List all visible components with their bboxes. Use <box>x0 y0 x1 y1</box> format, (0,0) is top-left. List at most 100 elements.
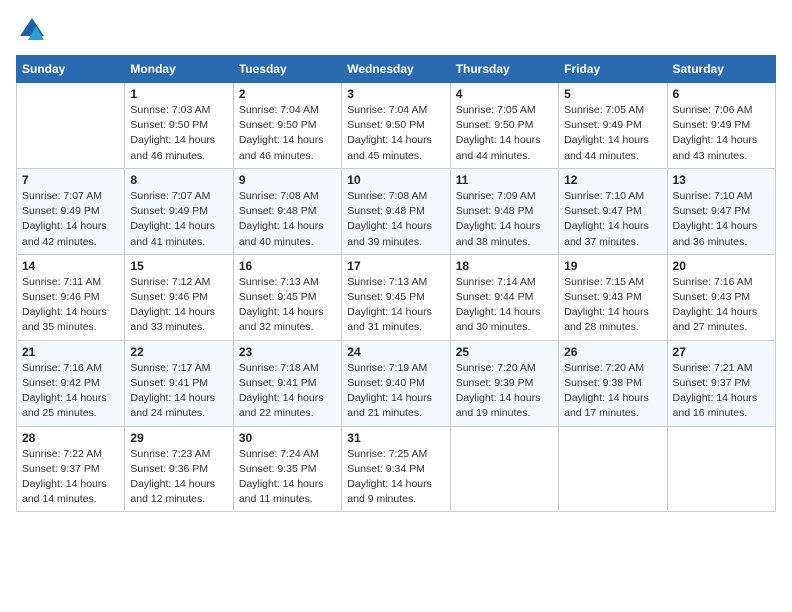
day-info: Sunrise: 7:09 AM Sunset: 9:48 PM Dayligh… <box>456 189 553 250</box>
day-number: 24 <box>347 345 444 359</box>
weekday-header-wednesday: Wednesday <box>342 56 450 83</box>
day-info: Sunrise: 7:25 AM Sunset: 9:34 PM Dayligh… <box>347 447 444 508</box>
day-number: 4 <box>456 87 553 101</box>
calendar-cell: 22 Sunrise: 7:17 AM Sunset: 9:41 PM Dayli… <box>125 340 233 426</box>
calendar-cell <box>450 426 558 512</box>
calendar-cell: 13Sunrise: 7:10 AM Sunset: 9:47 PM Dayli… <box>667 168 775 254</box>
calendar-cell: 30 Sunrise: 7:24 AM Sunset: 9:35 PM Dayli… <box>233 426 341 512</box>
calendar-cell: 16 Sunrise: 7:13 AM Sunset: 9:45 PM Dayli… <box>233 254 341 340</box>
day-number: 14 <box>22 259 119 273</box>
day-number: 12 <box>564 173 661 187</box>
weekday-header-thursday: Thursday <box>450 56 558 83</box>
day-number: 2 <box>239 87 336 101</box>
day-number: 18 <box>456 259 553 273</box>
day-info: Sunrise: 7:07 AM Sunset: 9:49 PM Dayligh… <box>130 189 227 250</box>
calendar-cell: 24 Sunrise: 7:19 AM Sunset: 9:40 PM Dayli… <box>342 340 450 426</box>
calendar-cell: 15 Sunrise: 7:12 AM Sunset: 9:46 PM Dayli… <box>125 254 233 340</box>
day-number: 15 <box>130 259 227 273</box>
logo <box>16 16 46 49</box>
day-number: 27 <box>673 345 770 359</box>
day-info: Sunrise: 7:19 AM Sunset: 9:40 PM Dayligh… <box>347 361 444 422</box>
day-number: 10 <box>347 173 444 187</box>
calendar-cell: 2Sunrise: 7:04 AM Sunset: 9:50 PM Daylig… <box>233 83 341 169</box>
calendar-cell: 31 Sunrise: 7:25 AM Sunset: 9:34 PM Dayli… <box>342 426 450 512</box>
calendar-cell: 18 Sunrise: 7:14 AM Sunset: 9:44 PM Dayli… <box>450 254 558 340</box>
day-info: Sunrise: 7:18 AM Sunset: 9:41 PM Dayligh… <box>239 361 336 422</box>
day-info: Sunrise: 7:20 AM Sunset: 9:38 PM Dayligh… <box>564 361 661 422</box>
calendar-week-row: 28 Sunrise: 7:22 AM Sunset: 9:37 PM Dayli… <box>17 426 776 512</box>
day-number: 20 <box>673 259 770 273</box>
day-info: Sunrise: 7:10 AM Sunset: 9:47 PM Dayligh… <box>564 189 661 250</box>
calendar-cell: 3 Sunrise: 7:04 AM Sunset: 9:50 PM Daylig… <box>342 83 450 169</box>
day-info: Sunrise: 7:05 AM Sunset: 9:49 PM Dayligh… <box>564 103 661 164</box>
day-info: Sunrise: 7:16 AM Sunset: 9:43 PM Dayligh… <box>673 275 770 336</box>
calendar-cell: 5 Sunrise: 7:05 AM Sunset: 9:49 PM Daylig… <box>559 83 667 169</box>
calendar-cell: 26 Sunrise: 7:20 AM Sunset: 9:38 PM Dayli… <box>559 340 667 426</box>
day-info: Sunrise: 7:20 AM Sunset: 9:39 PM Dayligh… <box>456 361 553 422</box>
day-number: 22 <box>130 345 227 359</box>
calendar-cell: 23 Sunrise: 7:18 AM Sunset: 9:41 PM Dayli… <box>233 340 341 426</box>
weekday-header-friday: Friday <box>559 56 667 83</box>
calendar-cell: 19Sunrise: 7:15 AM Sunset: 9:43 PM Dayli… <box>559 254 667 340</box>
calendar-cell: 21Sunrise: 7:16 AM Sunset: 9:42 PM Dayli… <box>17 340 125 426</box>
day-number: 5 <box>564 87 661 101</box>
calendar-cell: 14 Sunrise: 7:11 AM Sunset: 9:46 PM Dayli… <box>17 254 125 340</box>
weekday-header-tuesday: Tuesday <box>233 56 341 83</box>
day-info: Sunrise: 7:14 AM Sunset: 9:44 PM Dayligh… <box>456 275 553 336</box>
calendar-cell: 12 Sunrise: 7:10 AM Sunset: 9:47 PM Dayli… <box>559 168 667 254</box>
day-info: Sunrise: 7:16 AM Sunset: 9:42 PM Dayligh… <box>22 361 119 422</box>
weekday-header-saturday: Saturday <box>667 56 775 83</box>
day-info: Sunrise: 7:08 AM Sunset: 9:48 PM Dayligh… <box>347 189 444 250</box>
calendar-cell: 29Sunrise: 7:23 AM Sunset: 9:36 PM Dayli… <box>125 426 233 512</box>
day-info: Sunrise: 7:07 AM Sunset: 9:49 PM Dayligh… <box>22 189 119 250</box>
day-number: 19 <box>564 259 661 273</box>
day-number: 17 <box>347 259 444 273</box>
day-info: Sunrise: 7:03 AM Sunset: 9:50 PM Dayligh… <box>130 103 227 164</box>
day-number: 13 <box>673 173 770 187</box>
calendar-cell: 1 Sunrise: 7:03 AM Sunset: 9:50 PM Daylig… <box>125 83 233 169</box>
day-number: 23 <box>239 345 336 359</box>
calendar-cell <box>559 426 667 512</box>
day-number: 7 <box>22 173 119 187</box>
day-number: 26 <box>564 345 661 359</box>
logo-icon <box>18 16 46 44</box>
calendar-table: SundayMondayTuesdayWednesdayThursdayFrid… <box>16 55 776 512</box>
day-number: 1 <box>130 87 227 101</box>
day-info: Sunrise: 7:06 AM Sunset: 9:49 PM Dayligh… <box>673 103 770 164</box>
day-number: 30 <box>239 431 336 445</box>
calendar-week-row: 14 Sunrise: 7:11 AM Sunset: 9:46 PM Dayli… <box>17 254 776 340</box>
calendar-header-row: SundayMondayTuesdayWednesdayThursdayFrid… <box>17 56 776 83</box>
day-info: Sunrise: 7:22 AM Sunset: 9:37 PM Dayligh… <box>22 447 119 508</box>
day-info: Sunrise: 7:11 AM Sunset: 9:46 PM Dayligh… <box>22 275 119 336</box>
day-info: Sunrise: 7:12 AM Sunset: 9:46 PM Dayligh… <box>130 275 227 336</box>
weekday-header-sunday: Sunday <box>17 56 125 83</box>
day-number: 25 <box>456 345 553 359</box>
calendar-cell: 20 Sunrise: 7:16 AM Sunset: 9:43 PM Dayli… <box>667 254 775 340</box>
calendar-cell: 8 Sunrise: 7:07 AM Sunset: 9:49 PM Daylig… <box>125 168 233 254</box>
calendar-cell: 28 Sunrise: 7:22 AM Sunset: 9:37 PM Dayli… <box>17 426 125 512</box>
day-number: 31 <box>347 431 444 445</box>
calendar-week-row: 1 Sunrise: 7:03 AM Sunset: 9:50 PM Daylig… <box>17 83 776 169</box>
calendar-cell: 27Sunrise: 7:21 AM Sunset: 9:37 PM Dayli… <box>667 340 775 426</box>
day-info: Sunrise: 7:05 AM Sunset: 9:50 PM Dayligh… <box>456 103 553 164</box>
day-number: 8 <box>130 173 227 187</box>
day-number: 3 <box>347 87 444 101</box>
calendar-week-row: 21Sunrise: 7:16 AM Sunset: 9:42 PM Dayli… <box>17 340 776 426</box>
day-info: Sunrise: 7:17 AM Sunset: 9:41 PM Dayligh… <box>130 361 227 422</box>
day-info: Sunrise: 7:24 AM Sunset: 9:35 PM Dayligh… <box>239 447 336 508</box>
day-number: 28 <box>22 431 119 445</box>
calendar-cell: 11 Sunrise: 7:09 AM Sunset: 9:48 PM Dayli… <box>450 168 558 254</box>
calendar-cell: 9Sunrise: 7:08 AM Sunset: 9:48 PM Daylig… <box>233 168 341 254</box>
calendar-cell: 7 Sunrise: 7:07 AM Sunset: 9:49 PM Daylig… <box>17 168 125 254</box>
day-number: 11 <box>456 173 553 187</box>
day-info: Sunrise: 7:13 AM Sunset: 9:45 PM Dayligh… <box>239 275 336 336</box>
day-info: Sunrise: 7:04 AM Sunset: 9:50 PM Dayligh… <box>347 103 444 164</box>
calendar-cell <box>667 426 775 512</box>
day-number: 16 <box>239 259 336 273</box>
calendar-cell: 17Sunrise: 7:13 AM Sunset: 9:45 PM Dayli… <box>342 254 450 340</box>
calendar-cell <box>17 83 125 169</box>
day-number: 29 <box>130 431 227 445</box>
calendar-cell: 6Sunrise: 7:06 AM Sunset: 9:49 PM Daylig… <box>667 83 775 169</box>
calendar-week-row: 7 Sunrise: 7:07 AM Sunset: 9:49 PM Daylig… <box>17 168 776 254</box>
calendar-cell: 10 Sunrise: 7:08 AM Sunset: 9:48 PM Dayli… <box>342 168 450 254</box>
